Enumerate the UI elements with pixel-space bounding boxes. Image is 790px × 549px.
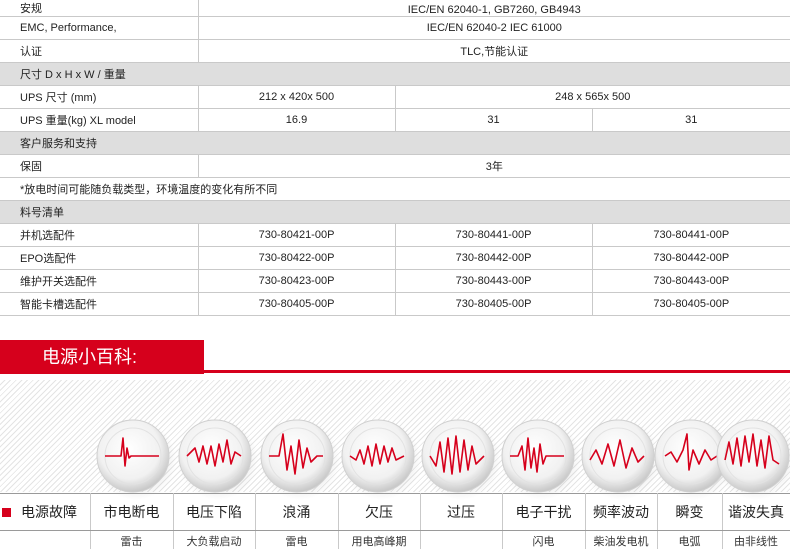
spec-label: EMC, Performance, xyxy=(0,17,198,40)
sag-waveform-icon xyxy=(178,420,258,500)
fault-detail: 柴油发电机 xyxy=(585,531,657,549)
spec-row: 保固3年 xyxy=(0,155,790,178)
spec-value: 730-80421-00P xyxy=(198,224,395,247)
spec-value: 730-80405-00P xyxy=(198,293,395,316)
fault-detail: 电弧 xyxy=(657,531,722,549)
section-title: 料号清单 xyxy=(0,201,790,224)
fault-header: 频率波动 xyxy=(585,494,657,531)
spec-section-row: 料号清单 xyxy=(0,201,790,224)
outage-waveform-icon xyxy=(96,420,176,500)
waveform-plates xyxy=(0,410,790,500)
section-title: 尺寸 D x H x W / 重量 xyxy=(0,63,790,86)
spec-value: 730-80422-00P xyxy=(198,247,395,270)
undervoltage-waveform-icon xyxy=(341,420,421,500)
spec-value: 730-80441-00P xyxy=(592,224,790,247)
spec-value: 730-80405-00P xyxy=(395,293,592,316)
spec-label: UPS 重量(kg) XL model xyxy=(0,109,198,132)
fault-header-row: 电源故障市电断电电压下陷浪涌欠压过压电子干扰频率波动瞬变谐波失真 xyxy=(0,494,790,531)
fault-table-title-text: 电源故障 xyxy=(21,504,77,520)
spec-value: 31 xyxy=(592,109,790,132)
spec-label: 智能卡槽选配件 xyxy=(0,293,198,316)
section-title: 客户服务和支持 xyxy=(0,132,790,155)
spec-value: 31 xyxy=(395,109,592,132)
spec-value: 730-80423-00P xyxy=(198,270,395,293)
fault-detail: 雷击 xyxy=(90,531,173,549)
banner-divider-line xyxy=(0,370,790,373)
fault-table-title: 电源故障 xyxy=(0,494,90,531)
fault-header: 欠压 xyxy=(338,494,420,531)
spec-note-row: *放电时间可能随负载类型，环境温度的变化有所不同 xyxy=(0,178,790,201)
fault-header: 电子干扰 xyxy=(502,494,585,531)
spec-value: 212 x 420x 500 xyxy=(198,86,395,109)
spec-value: 730-80443-00P xyxy=(395,270,592,293)
spec-row: EMC, Performance,IEC/EN 62040-2 IEC 6100… xyxy=(0,17,790,40)
spec-value: IEC/EN 62040-2 IEC 61000 xyxy=(198,17,790,40)
spec-row: 智能卡槽选配件730-80405-00P730-80405-00P730-804… xyxy=(0,293,790,316)
spec-label: 并机选配件 xyxy=(0,224,198,247)
fault-detail xyxy=(0,531,90,549)
spec-label: 认证 xyxy=(0,40,198,63)
spec-value: TLC,节能认证 xyxy=(198,40,790,63)
spec-label: 维护开关选配件 xyxy=(0,270,198,293)
spec-value: IEC/EN 62040-1, GB7260, GB4943 xyxy=(198,0,790,17)
fault-detail xyxy=(420,531,502,549)
spec-value: 248 x 565x 500 xyxy=(395,86,790,109)
harmonic-distortion-waveform-icon xyxy=(716,420,790,500)
fault-header: 电压下陷 xyxy=(173,494,255,531)
fault-detail: 大负载启动 xyxy=(173,531,255,549)
spec-row: UPS 尺寸 (mm)212 x 420x 500248 x 565x 500 xyxy=(0,86,790,109)
fault-header: 浪涌 xyxy=(255,494,338,531)
spec-value: 730-80442-00P xyxy=(592,247,790,270)
spec-value: 3年 xyxy=(198,155,790,178)
spec-row: 并机选配件730-80421-00P730-80441-00P730-80441… xyxy=(0,224,790,247)
fault-header: 瞬变 xyxy=(657,494,722,531)
spec-value: 730-80442-00P xyxy=(395,247,592,270)
fault-detail: 闪电 xyxy=(502,531,585,549)
fault-header: 过压 xyxy=(420,494,502,531)
fault-detail-row: 雷击大负载启动雷电用电高峰期 闪电柴油发电机电弧由非线性 xyxy=(0,531,790,549)
footnote: *放电时间可能随负载类型，环境温度的变化有所不同 xyxy=(0,178,790,201)
fault-header: 市电断电 xyxy=(90,494,173,531)
spec-value: 730-80441-00P xyxy=(395,224,592,247)
fault-detail: 由非线性 xyxy=(722,531,790,549)
power-encyclopedia-banner: 电源小百科: xyxy=(0,340,204,374)
fault-header: 谐波失真 xyxy=(722,494,790,531)
spec-row: EPO选配件730-80422-00P730-80442-00P730-8044… xyxy=(0,247,790,270)
spec-row: 认证TLC,节能认证 xyxy=(0,40,790,63)
spec-row: 维护开关选配件730-80423-00P730-80443-00P730-804… xyxy=(0,270,790,293)
spec-section-row: 客户服务和支持 xyxy=(0,132,790,155)
spec-row: UPS 重量(kg) XL model16.93131 xyxy=(0,109,790,132)
fault-detail: 用电高峰期 xyxy=(338,531,420,549)
spec-label: 保固 xyxy=(0,155,198,178)
surge-waveform-icon xyxy=(260,420,340,500)
red-square-bullet xyxy=(2,508,11,517)
spec-label: EPO选配件 xyxy=(0,247,198,270)
overvoltage-waveform-icon xyxy=(421,420,501,500)
spec-label: 安规 xyxy=(0,0,198,17)
spec-value: 730-80443-00P xyxy=(592,270,790,293)
fault-table: 电源故障市电断电电压下陷浪涌欠压过压电子干扰频率波动瞬变谐波失真 雷击大负载启动… xyxy=(0,493,790,549)
spec-section-row: 尺寸 D x H x W / 重量 xyxy=(0,63,790,86)
spec-label: UPS 尺寸 (mm) xyxy=(0,86,198,109)
fault-detail: 雷电 xyxy=(255,531,338,549)
spec-table: 安规IEC/EN 62040-1, GB7260, GB4943EMC, Per… xyxy=(0,0,790,316)
spec-value: 730-80405-00P xyxy=(592,293,790,316)
spec-value: 16.9 xyxy=(198,109,395,132)
frequency-variation-waveform-icon xyxy=(581,420,661,500)
spec-row: 安规IEC/EN 62040-1, GB7260, GB4943 xyxy=(0,0,790,17)
noise-waveform-icon xyxy=(501,420,581,500)
